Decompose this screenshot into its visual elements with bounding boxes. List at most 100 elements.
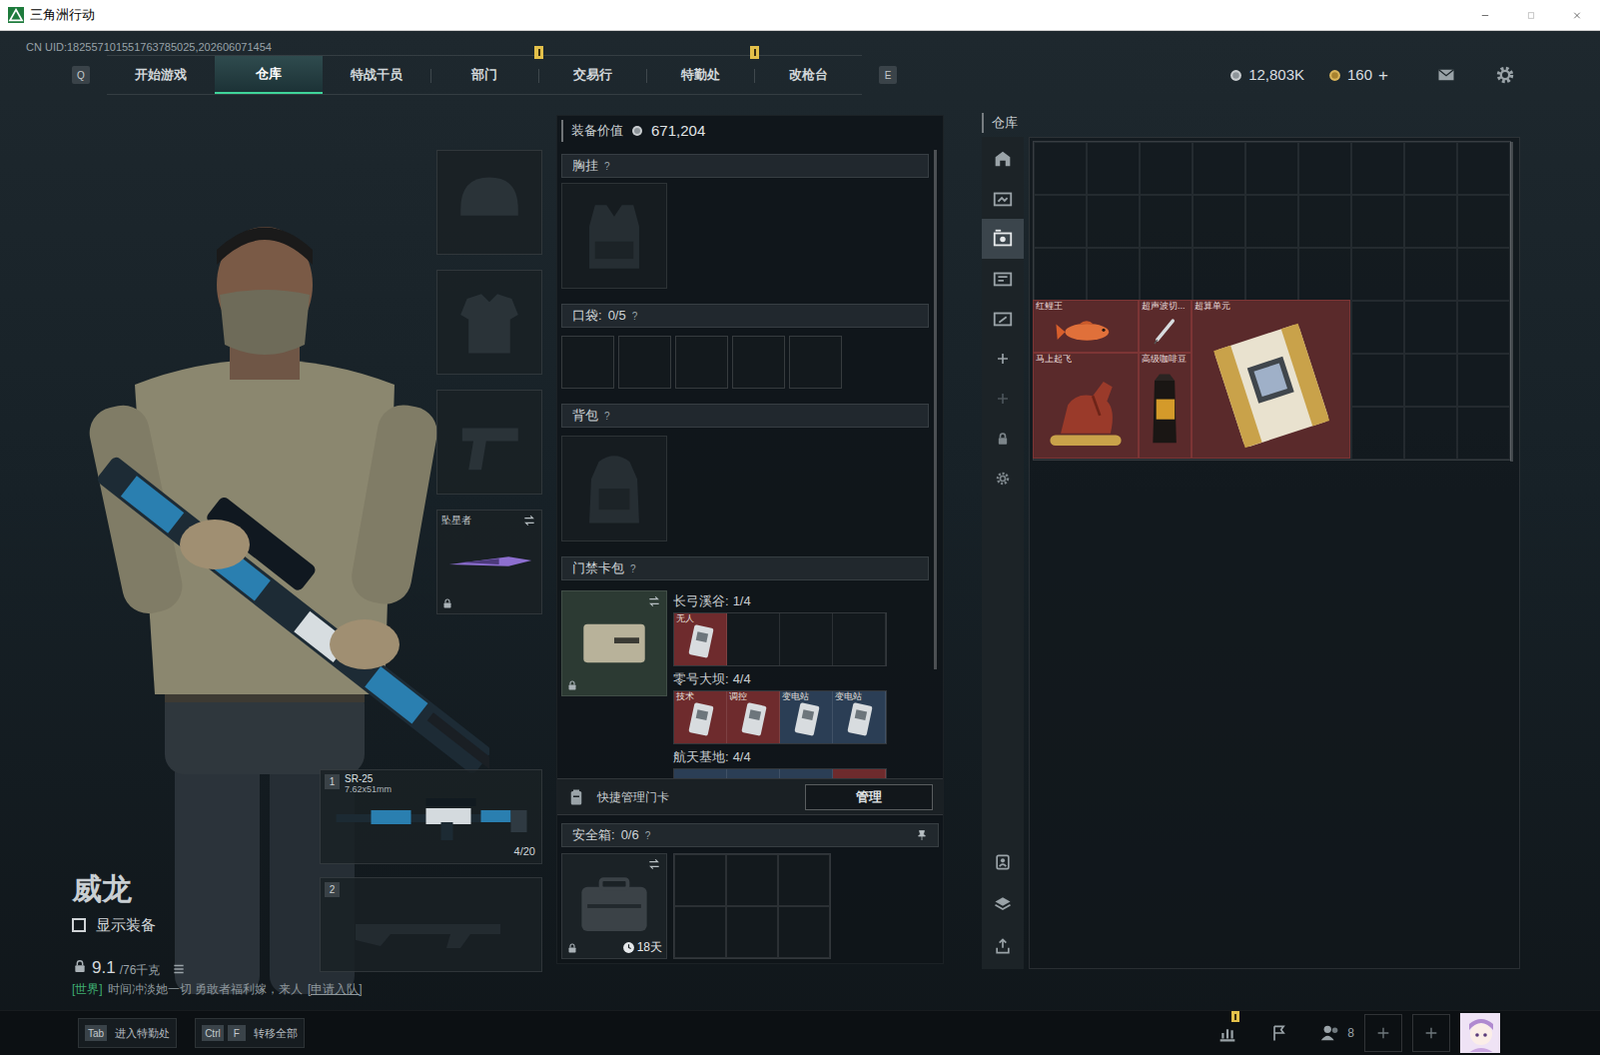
grid-cell[interactable] [1033, 247, 1087, 301]
maximize-icon[interactable] [1508, 0, 1555, 31]
grid-cell[interactable] [1457, 353, 1511, 407]
grid-cell[interactable] [1351, 300, 1405, 354]
keycard-slot[interactable]: 变电站 [832, 691, 886, 744]
grid-cell[interactable] [1245, 141, 1299, 195]
safe-box-slot[interactable] [778, 853, 830, 906]
mail-icon[interactable] [1434, 65, 1459, 84]
grid-cell[interactable] [1192, 194, 1246, 248]
tab-label[interactable]: 开始游戏 [134, 64, 187, 85]
safe-box-slot[interactable] [726, 853, 779, 906]
sidebar-button[interactable] [981, 338, 1024, 379]
keycard-holder[interactable] [561, 590, 668, 697]
grid-cell[interactable] [1404, 194, 1458, 248]
backpack-slot[interactable] [561, 435, 668, 542]
grid-cell[interactable] [1298, 247, 1352, 301]
storage-tab[interactable] [981, 218, 1024, 259]
tab-label[interactable]: 改枪台 [789, 64, 828, 85]
grid-cell[interactable] [1351, 353, 1405, 407]
next-tab-key[interactable]: E [878, 65, 897, 84]
grid-cell[interactable] [1457, 247, 1511, 301]
grid-cell[interactable] [1404, 300, 1458, 354]
nav-tab[interactable]: 部门 [430, 55, 539, 94]
swap-icon[interactable] [646, 856, 663, 871]
scrollbar-thumb[interactable] [933, 149, 937, 670]
pocket-slot[interactable] [561, 335, 615, 389]
pocket-slot[interactable] [675, 335, 729, 389]
list-icon[interactable] [171, 961, 186, 976]
gear-slot[interactable] [436, 269, 543, 375]
add-token-button[interactable]: + [1378, 66, 1389, 84]
grid-cell[interactable] [1457, 194, 1511, 248]
grid-cell[interactable] [1139, 247, 1193, 301]
tab-label[interactable]: 交易行 [573, 64, 613, 85]
nav-tab[interactable]: 特战干员 [322, 55, 431, 94]
grid-cell[interactable] [1457, 406, 1511, 460]
join-team-link[interactable]: [申请入队] [307, 979, 363, 998]
nav-tab[interactable]: 特勤处 [646, 55, 755, 94]
grid-cell[interactable] [1192, 247, 1246, 301]
grid-cell[interactable] [1086, 141, 1140, 195]
tab-label[interactable]: 仓库 [255, 63, 282, 84]
warehouse-item[interactable]: 马上起飞 [1032, 352, 1139, 459]
storage-tab[interactable] [981, 178, 1024, 219]
tab-label[interactable]: 特战干员 [350, 64, 403, 85]
help-icon[interactable]: ? [632, 308, 639, 324]
grid-cell[interactable] [1139, 141, 1193, 195]
weapon-slot[interactable]: 1SR-257.62x51mm4/20 [319, 769, 543, 864]
hotkey-hint[interactable]: Tab进入特勤处 [77, 1017, 177, 1048]
sidebar-button[interactable] [981, 924, 1024, 967]
warehouse-item[interactable]: 超算单元 [1191, 299, 1351, 459]
grid-cell[interactable] [1245, 194, 1299, 248]
gear-slot[interactable] [436, 389, 543, 495]
grid-cell[interactable] [1298, 194, 1352, 248]
warehouse-item[interactable]: 高级咖啡豆 [1138, 352, 1192, 459]
grid-cell[interactable] [1245, 247, 1299, 301]
grid-cell[interactable] [1033, 141, 1087, 195]
safe-box-case[interactable]: 18天 [561, 852, 668, 959]
pin-icon[interactable] [915, 827, 928, 842]
safe-box-slot[interactable] [726, 905, 779, 958]
grid-cell[interactable] [1404, 247, 1458, 301]
pocket-slot[interactable] [789, 335, 842, 389]
keycard-slot[interactable]: 变电站 [780, 691, 833, 744]
keycard-slot[interactable] [832, 769, 886, 779]
nav-tab[interactable]: 仓库 [214, 55, 323, 94]
invite-slot[interactable] [1364, 1013, 1403, 1052]
safe-box-slot[interactable] [674, 853, 727, 906]
friends-button[interactable]: 8 [1319, 1012, 1355, 1053]
flag-button[interactable] [1259, 1012, 1300, 1053]
grid-cell[interactable] [1457, 141, 1511, 195]
pocket-slot[interactable] [618, 335, 672, 389]
grid-cell[interactable] [1086, 194, 1140, 248]
storage-tab[interactable] [981, 258, 1024, 299]
grid-cell[interactable] [1404, 353, 1458, 407]
keycard-slot[interactable] [727, 613, 781, 666]
hotkey-hint[interactable]: CtrlF转移全部 [194, 1017, 305, 1048]
sidebar-button[interactable] [981, 378, 1024, 419]
grid-cell[interactable] [1086, 247, 1140, 301]
sidebar-button[interactable] [981, 840, 1024, 883]
keycard-slot[interactable] [780, 613, 833, 666]
grid-cell[interactable] [1192, 141, 1246, 195]
nav-tab[interactable]: 改枪台 [754, 55, 862, 94]
manage-button[interactable]: 管理 [804, 784, 933, 810]
gear-slot[interactable] [436, 149, 543, 255]
show-gear-checkbox[interactable] [71, 917, 86, 932]
sidebar-button[interactable] [981, 418, 1024, 459]
grid-cell[interactable] [1351, 406, 1405, 460]
close-icon[interactable] [1554, 0, 1600, 31]
warehouse-item[interactable]: 超声波切... [1138, 299, 1192, 353]
keycard-slot[interactable] [780, 769, 833, 779]
tab-label[interactable]: 特勤处 [681, 64, 721, 85]
warehouse-item[interactable]: 红鲤王 [1032, 299, 1139, 353]
weapon-slot[interactable]: 2 [319, 876, 543, 972]
stats-button[interactable] [1207, 1012, 1248, 1053]
swap-icon[interactable] [646, 594, 663, 609]
storage-tab[interactable] [981, 138, 1024, 179]
show-gear-label[interactable]: 显示装备 [95, 913, 156, 937]
grid-cell[interactable] [1351, 141, 1405, 195]
grid-cell[interactable] [1033, 194, 1087, 248]
keycard-slot[interactable] [727, 769, 781, 779]
keycard-slot[interactable]: 无人 [674, 613, 728, 666]
keycard-slot[interactable] [674, 769, 728, 779]
